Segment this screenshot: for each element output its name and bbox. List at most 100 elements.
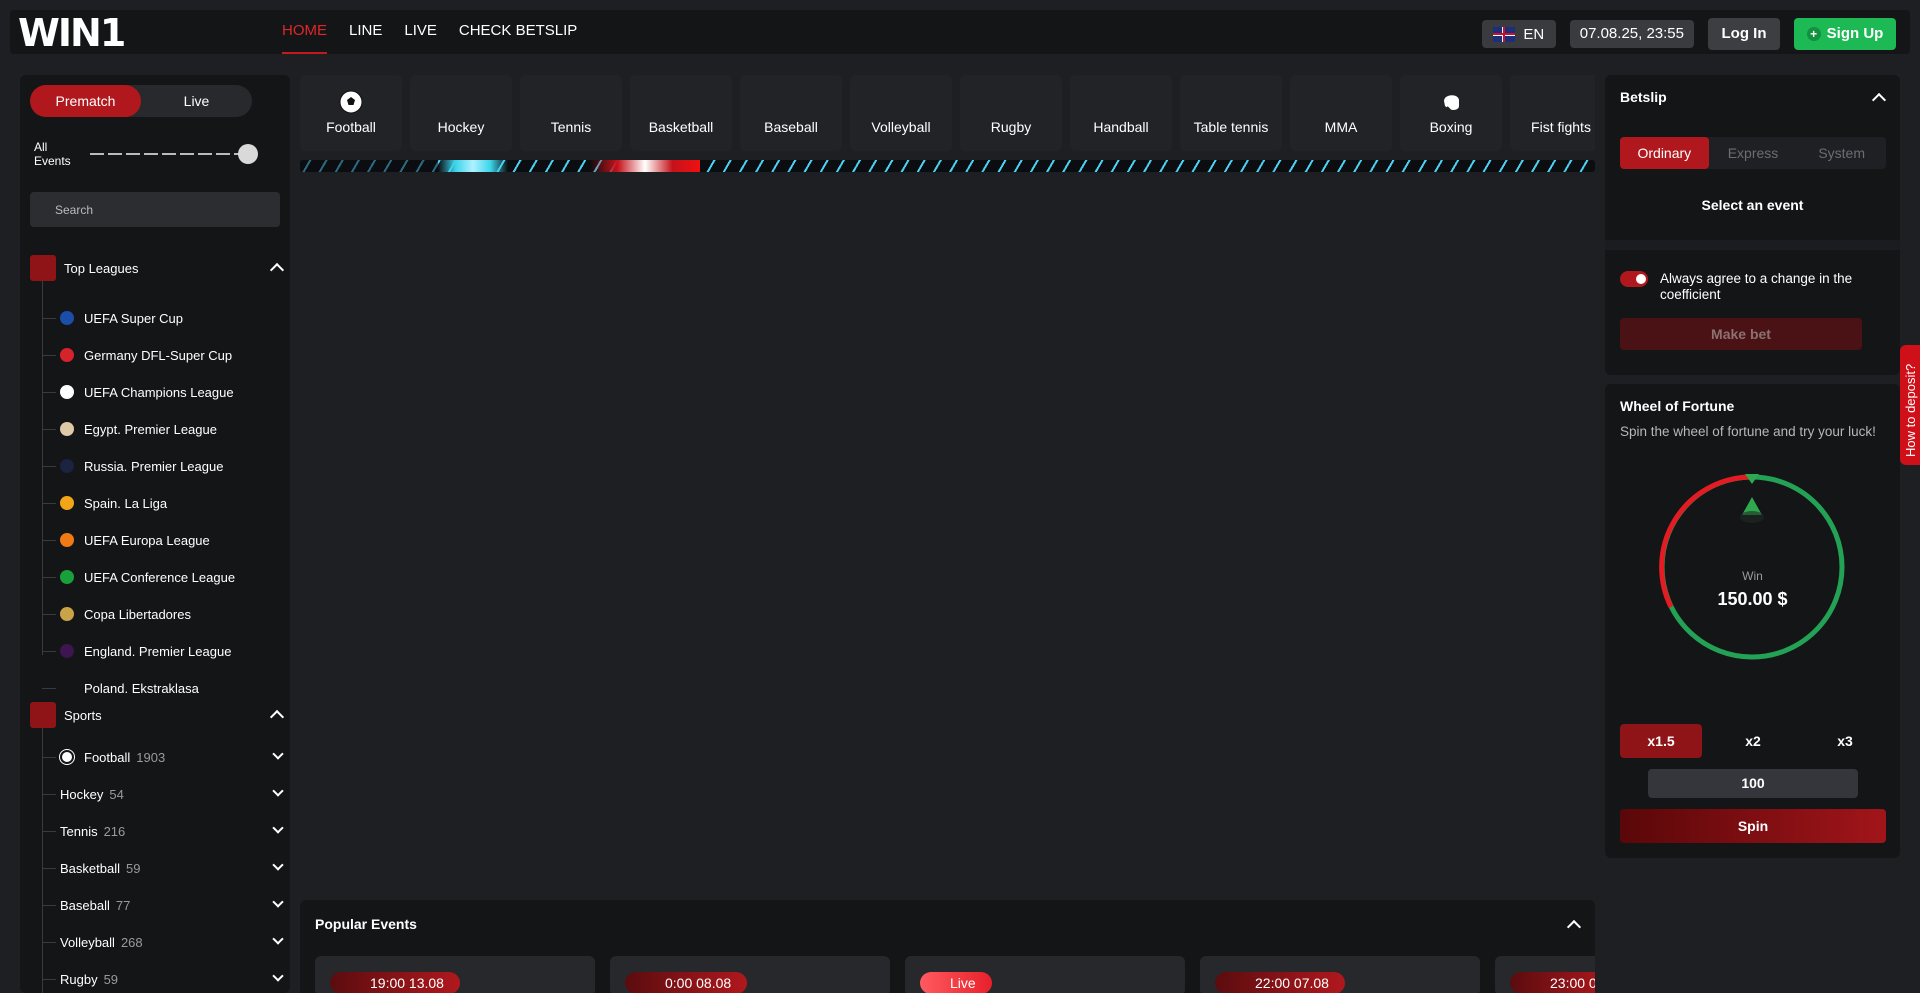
sport-card-handball[interactable]: Handball [1070,75,1172,151]
popular-event-card[interactable]: 23:00 0 [1495,956,1595,993]
league-name: UEFA Champions League [84,384,234,400]
select-event-text: Select an event [1701,197,1804,213]
league-item[interactable]: UEFA Conference League [60,567,280,587]
multiplier-x1-5[interactable]: x1.5 [1620,724,1702,758]
chevron-down-icon[interactable] [272,859,284,871]
tree-branch [42,942,56,943]
coefficient-toggle[interactable] [1620,271,1648,287]
chevron-up-icon[interactable] [269,709,285,725]
betslip-tabs: Ordinary Express System [1620,137,1886,169]
tab-express[interactable]: Express [1709,137,1798,169]
wheel-amount-field[interactable]: 100 [1648,769,1858,798]
league-name: England. Premier League [84,643,232,659]
sport-card-rugby[interactable]: Rugby [960,75,1062,151]
tab-ordinary[interactable]: Ordinary [1620,137,1709,169]
league-item[interactable]: Copa Libertadores [60,604,280,624]
league-item[interactable]: Germany DFL-Super Cup [60,345,280,365]
nav-home[interactable]: HOME [282,10,327,54]
chevron-down-icon[interactable] [272,748,284,760]
sport-card-label: Hockey [437,119,485,135]
sport-card-hockey[interactable]: Hockey [410,75,512,151]
popular-event-card[interactable]: 22:00 07.08 [1200,956,1480,993]
nav-check-betslip[interactable]: CHECK BETSLIP [459,10,577,54]
sport-card-tennis[interactable]: Tennis [520,75,622,151]
site-logo[interactable]: WIN1 [18,12,126,54]
chevron-up-icon[interactable] [1871,92,1887,108]
chevron-up-icon[interactable] [269,262,285,278]
league-item[interactable]: UEFA Super Cup [60,308,280,328]
signup-button[interactable]: + Sign Up [1794,18,1896,50]
sport-card-label: MMA [1324,119,1358,135]
events-slider-knob[interactable] [238,144,258,164]
login-button[interactable]: Log In [1708,18,1780,50]
league-item[interactable]: UEFA Europa League [60,530,280,550]
chevron-down-icon[interactable] [272,933,284,945]
chevron-down-icon[interactable] [272,896,284,908]
sport-item-basketball[interactable]: Basketball 59 [60,858,290,878]
popular-event-card[interactable]: 0:00 08.08 [610,956,890,993]
laliga-icon [60,496,74,510]
popular-event-card[interactable]: Live [905,956,1185,993]
promo-banner[interactable] [300,160,1595,172]
make-bet-button[interactable]: Make bet [1620,318,1862,350]
chevron-up-icon[interactable] [1566,919,1582,935]
tree-branch [42,831,56,832]
multiplier-options: x1.5 x2 x3 [1620,724,1886,758]
sport-card-basketball[interactable]: Basketball [630,75,732,151]
sports-header[interactable]: Sports [30,702,286,728]
sport-card-table-tennis[interactable]: Table tennis [1180,75,1282,151]
sport-card-volleyball[interactable]: Volleyball [850,75,952,151]
sport-card-mma[interactable]: MMA [1290,75,1392,151]
signup-label: Sign Up [1826,25,1884,42]
how-to-deposit-tab[interactable]: How to deposit? [1900,345,1920,465]
tab-prematch[interactable]: Prematch [30,85,141,117]
sport-card-boxing[interactable]: Boxing [1400,75,1502,151]
popular-event-card[interactable]: 19:00 13.08 [315,956,595,993]
league-name: Copa Libertadores [84,606,191,622]
tree-branch [42,429,56,430]
chevron-down-icon[interactable] [272,970,284,982]
fortune-wheel[interactable] [1657,472,1847,662]
sport-item-tennis[interactable]: Tennis 216 [60,821,290,841]
language-selector[interactable]: EN [1481,20,1556,48]
tree-branch [42,355,56,356]
tree-branch [42,651,56,652]
top-leagues-title: Top Leagues [64,260,139,276]
sport-card-football[interactable]: Football [300,75,402,151]
tab-live[interactable]: Live [141,85,252,117]
chevron-down-icon[interactable] [272,822,284,834]
multiplier-x2[interactable]: x2 [1712,724,1794,758]
league-name: Germany DFL-Super Cup [84,347,233,363]
events-slider-track[interactable] [90,153,240,155]
europa-league-icon [60,533,74,547]
sport-item-football[interactable]: Football 1903 [60,747,290,767]
chevron-down-icon[interactable] [272,785,284,797]
league-item[interactable]: Poland. Ekstraklasa [60,678,280,698]
sport-item-volleyball[interactable]: Volleyball 268 [60,932,290,952]
dfl-supercup-icon [60,348,74,362]
nav-live[interactable]: LIVE [404,10,437,54]
league-item[interactable]: Spain. La Liga [60,493,280,513]
sport-card-baseball[interactable]: Baseball [740,75,842,151]
sport-item-hockey[interactable]: Hockey 54 [60,784,290,804]
sport-item-baseball[interactable]: Baseball 77 [60,895,290,915]
sport-card-fist-fights[interactable]: Fist fights [1510,75,1595,151]
sport-count: 1903 [136,749,166,765]
mode-tabs: Prematch Live [30,85,252,117]
top-leagues-header[interactable]: Top Leagues [30,255,286,281]
nav-line[interactable]: LINE [349,10,382,54]
league-item[interactable]: UEFA Champions League [60,382,280,402]
league-item[interactable]: England. Premier League [60,641,280,661]
tab-system[interactable]: System [1797,137,1886,169]
sport-name: Volleyball [60,934,115,950]
search-input[interactable] [30,192,280,227]
multiplier-x3[interactable]: x3 [1804,724,1886,758]
popular-events-title: Popular Events [315,916,417,932]
ekstraklasa-icon [60,681,74,695]
sports-title: Sports [64,707,102,723]
sport-item-rugby[interactable]: Rugby 59 [60,969,290,989]
spin-button[interactable]: Spin [1620,809,1886,843]
divider [1605,240,1900,250]
league-item[interactable]: Russia. Premier League [60,456,280,476]
league-item[interactable]: Egypt. Premier League [60,419,280,439]
